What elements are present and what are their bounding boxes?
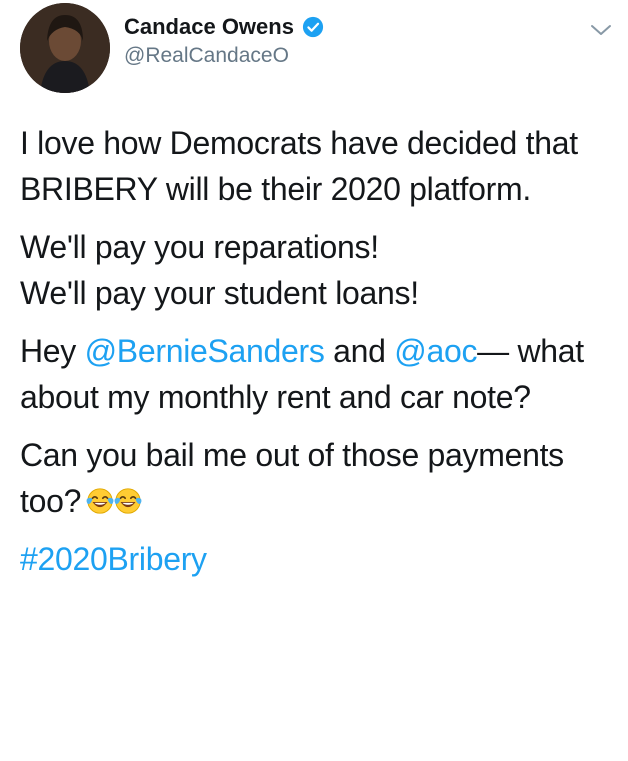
verified-badge-icon [302,16,324,38]
tweet-line-reparations: We'll pay you reparations! [20,229,379,265]
tweet-paragraph-5: #2020Bribery [20,536,610,582]
tweet-header: Candace Owens @RealCandaceO [0,0,628,100]
author-handle[interactable]: @RealCandaceO [124,44,289,68]
tweet-text-hey: Hey [20,333,85,369]
tweet-paragraph-2: We'll pay you reparations! We'll pay you… [20,224,610,316]
chevron-down-icon[interactable] [589,20,613,40]
tweet-line-student-loans: We'll pay your student loans! [20,275,419,311]
hashtag-2020-bribery[interactable]: #2020Bribery [20,541,207,577]
face-with-tears-of-joy-icon [114,488,142,514]
author-row: Candace Owens [124,12,324,42]
tweet-text-and: and [324,333,395,369]
tweet-paragraph-3: Hey @BernieSanders and @aoc— what about … [20,328,610,420]
mention-aoc[interactable]: @aoc [394,333,477,369]
avatar[interactable] [20,3,110,93]
mention-bernie-sanders[interactable]: @BernieSanders [85,333,325,369]
avatar-image [20,3,110,93]
author-name[interactable]: Candace Owens [124,14,294,40]
face-with-tears-of-joy-icon [86,488,114,514]
tweet-text: I love how Democrats have decided that B… [20,120,610,594]
tweet-paragraph-4: Can you bail me out of those payments to… [20,432,610,524]
tweet-paragraph-1: I love how Democrats have decided that B… [20,125,578,207]
